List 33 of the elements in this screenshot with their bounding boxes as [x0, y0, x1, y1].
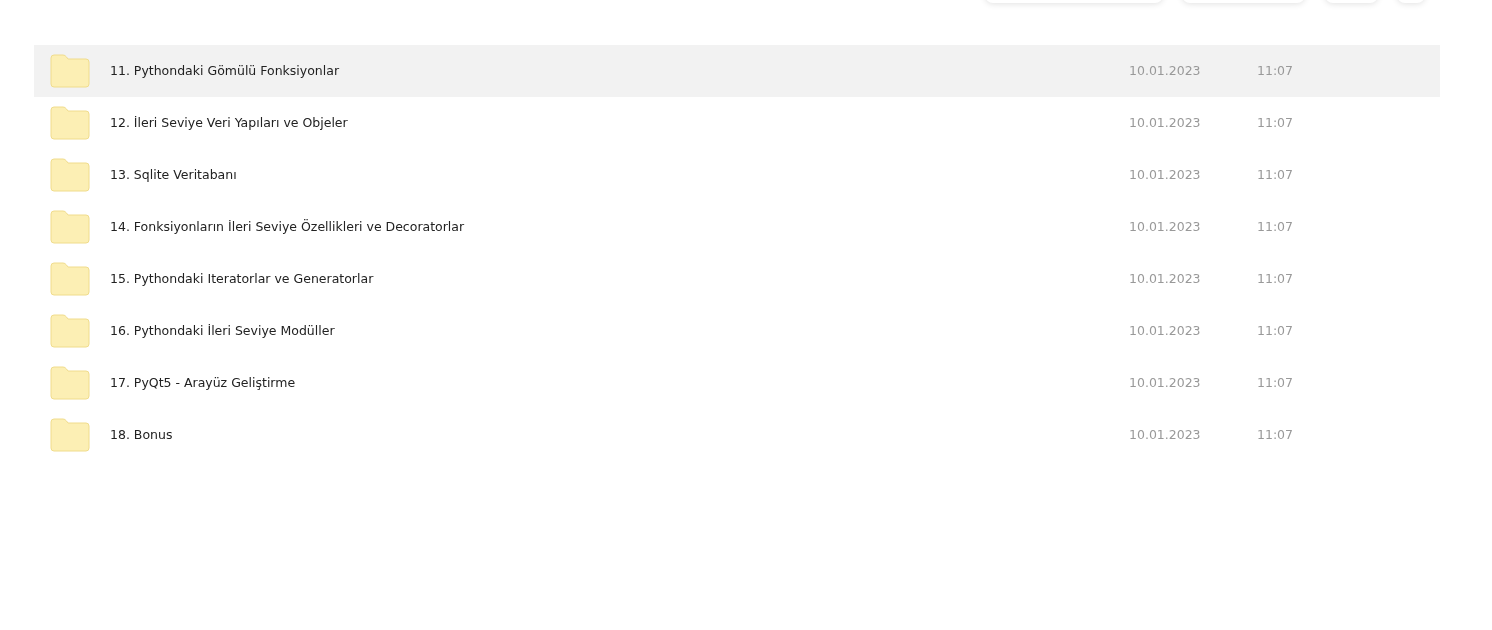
folder-name: 17. PyQt5 - Arayüz Geliştirme [110, 373, 297, 392]
modified-date: 10.01.2023 [1129, 321, 1202, 340]
folder-name: 14. Fonksiyonların İleri Seviye Özellikleri ve Decoratorlar [110, 217, 466, 236]
folder-name: 15. Pythondaki Iteratorlar ve Generatorlar [110, 269, 375, 288]
folder-name: 12. İleri Seviye Veri Yapıları ve Objeler [110, 113, 349, 132]
modified-date: 10.01.2023 [1129, 373, 1202, 392]
modified-time: 11:07 [1257, 269, 1294, 288]
modified-time: 11:07 [1257, 113, 1294, 132]
modified-time: 11:07 [1257, 373, 1294, 392]
modified-date: 10.01.2023 [1129, 113, 1202, 132]
folder-name: 18. Bonus [110, 425, 174, 444]
folder-icon [50, 210, 90, 244]
modified-date: 10.01.2023 [1129, 425, 1202, 444]
folder-icon [50, 158, 90, 192]
folder-icon [50, 54, 90, 88]
folder-row[interactable]: 11. Pythondaki Gömülü Fonksiyonlar 10.01.2023 11:07 [34, 45, 1440, 97]
folder-name: 13. Sqlite Veritabanı [110, 165, 238, 184]
folder-icon [50, 262, 90, 296]
folder-name: 11. Pythondaki Gömülü Fonksiyonlar [110, 61, 341, 80]
modified-time: 11:07 [1257, 61, 1294, 80]
modified-date: 10.01.2023 [1129, 269, 1202, 288]
modified-date: 10.01.2023 [1129, 217, 1202, 236]
folder-icon [50, 314, 90, 348]
folder-icon [50, 366, 90, 400]
modified-time: 11:07 [1257, 425, 1294, 444]
modified-time: 11:07 [1257, 217, 1294, 236]
folder-name: 16. Pythondaki İleri Seviye Modüller [110, 321, 336, 340]
modified-time: 11:07 [1257, 321, 1294, 340]
modified-date: 10.01.2023 [1129, 165, 1202, 184]
folder-icon [50, 418, 90, 452]
modified-date: 10.01.2023 [1129, 61, 1202, 80]
folder-icon [50, 106, 90, 140]
modified-time: 11:07 [1257, 165, 1294, 184]
